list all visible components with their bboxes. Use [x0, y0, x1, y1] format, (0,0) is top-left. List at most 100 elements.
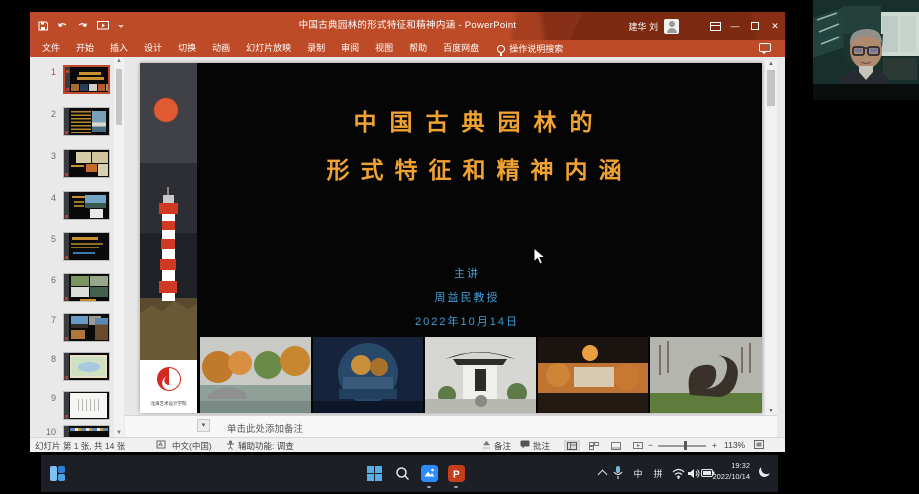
ime-pinyin-indicator[interactable]: 拼: [647, 462, 669, 484]
notes-pane[interactable]: ▾ 单击此处添加备注: [125, 415, 777, 437]
notes-toggle-button[interactable]: 备注: [494, 440, 511, 452]
slide-sorter-view-button[interactable]: [586, 440, 602, 451]
search-icon: [497, 45, 505, 53]
thumbnail-slide-5[interactable]: 5: [30, 232, 125, 262]
svg-text:P: P: [453, 469, 460, 480]
thumbnail-slide-6[interactable]: 6: [30, 273, 125, 303]
tab-animations[interactable]: 动画: [204, 40, 238, 57]
webcam-view[interactable]: [813, 0, 919, 100]
zoom-slider-track[interactable]: [658, 445, 706, 447]
vertical-scrollbar[interactable]: ▲ ▼ ▲▬ ▼: [765, 60, 777, 435]
minimize-button[interactable]: —: [725, 12, 745, 40]
zoom-in-button[interactable]: +: [712, 440, 717, 450]
tab-baidu-netdisk[interactable]: 百度网盘: [435, 40, 487, 57]
zoom-level[interactable]: 113%: [724, 440, 745, 450]
thumbnail-slide-1[interactable]: 1: [30, 65, 125, 95]
titlebar: 中国古典园林的形式特征和精神内涵 - PowerPoint 建华 刘 — ✕: [30, 12, 785, 40]
maximize-button[interactable]: [745, 12, 765, 40]
tab-view[interactable]: 视图: [367, 40, 401, 57]
slide-editor-area: 北海艺术设计学院 中国古典园林的 形式特征和精神内涵 主讲 周益民教授 2022…: [125, 57, 765, 415]
close-button[interactable]: ✕: [765, 12, 785, 40]
ribbon-tab-row: 文件 开始 插入 设计 切换 动画 幻灯片放映 录制 审阅 视图 帮助 百度网盘…: [30, 40, 785, 57]
zoom-out-button[interactable]: −: [648, 440, 653, 450]
accessibility-icon[interactable]: [226, 440, 235, 451]
tab-file[interactable]: 文件: [34, 40, 68, 57]
tab-review[interactable]: 审阅: [333, 40, 367, 57]
speaker-label[interactable]: 主讲: [197, 265, 737, 281]
scroll-up-icon[interactable]: ▲: [114, 58, 124, 64]
school-logo-text: 北海艺术设计学院: [143, 400, 194, 406]
zoom-slider-thumb[interactable]: [684, 441, 687, 450]
tab-slideshow[interactable]: 幻灯片放映: [238, 40, 299, 57]
thumbnail-slide-8[interactable]: 8: [30, 352, 125, 382]
tab-design[interactable]: 设计: [136, 40, 170, 57]
lecture-date[interactable]: 2022年10月14日: [197, 313, 737, 329]
photo-sculpture: [650, 337, 762, 413]
widgets-icon[interactable]: [46, 462, 68, 484]
scroll-up-icon[interactable]: ▲: [765, 61, 777, 67]
slideshow-view-button[interactable]: [630, 440, 646, 451]
clock[interactable]: 19:32 2022/10/14: [712, 461, 750, 483]
start-button[interactable]: [363, 462, 385, 484]
scroll-down-icon[interactable]: ▼: [114, 430, 124, 436]
thumbnail-slide-10[interactable]: 10: [30, 425, 125, 437]
status-bar: 幻灯片 第 1 张, 共 14 张 中文(中国) 辅助功能: 调查 备注 批注 …: [30, 437, 785, 452]
notes-placeholder[interactable]: 单击此处添加备注: [227, 421, 303, 435]
slide-thumbnail-panel: 1 2 3 4 5 6: [30, 57, 125, 437]
fit-slide-to-window-button[interactable]: [754, 440, 764, 450]
tray-time: 19:32: [712, 461, 750, 472]
user-avatar[interactable]: [664, 19, 679, 34]
user-name[interactable]: 建华 刘: [628, 20, 658, 33]
photo-pavilion: [425, 337, 536, 413]
school-logo-box: 北海艺术设计学院: [140, 360, 197, 413]
mouse-cursor: [533, 247, 546, 271]
thumbnail-slide-2[interactable]: 2: [30, 107, 125, 137]
search-icon[interactable]: [391, 462, 413, 484]
spellcheck-icon[interactable]: [156, 440, 166, 451]
bottom-photo-strip: [200, 337, 762, 413]
slide-canvas[interactable]: 北海艺术设计学院 中国古典园林的 形式特征和精神内涵 主讲 周益民教授 2022…: [140, 63, 762, 413]
school-logo-swirl-icon: [154, 364, 184, 394]
ime-mode-indicator[interactable]: 中: [627, 462, 649, 484]
photo-moon-gate: [313, 337, 424, 413]
slide-title-line1[interactable]: 中国古典园林的: [197, 103, 762, 137]
language-status[interactable]: 中文(中国): [172, 440, 212, 452]
tab-transitions[interactable]: 切换: [170, 40, 204, 57]
tab-insert[interactable]: 插入: [102, 40, 136, 57]
left-photo-strip: 北海艺术设计学院: [140, 63, 197, 413]
tellme-search[interactable]: 操作说明搜索: [497, 42, 563, 55]
thumbnail-slide-4[interactable]: 4: [30, 191, 125, 221]
scroll-thumb[interactable]: [116, 69, 122, 125]
microphone-icon[interactable]: [607, 462, 629, 484]
scroll-thumb[interactable]: [767, 70, 775, 106]
slide-counter[interactable]: 幻灯片 第 1 张, 共 14 张: [35, 440, 125, 452]
taskbar: P 中 拼 19:32 2022/10/14: [41, 455, 778, 492]
powerpoint-window: 中国古典园林的形式特征和精神内涵 - PowerPoint 建华 刘 — ✕ 文…: [30, 12, 785, 452]
participant-video: [813, 0, 919, 100]
accessibility-status[interactable]: 辅助功能: 调查: [238, 440, 294, 452]
thumbnail-slide-9[interactable]: 9: [30, 391, 125, 421]
scroll-down-icon[interactable]: ▼: [765, 409, 777, 413]
do-not-disturb-moon-icon[interactable]: [757, 464, 771, 478]
normal-view-button[interactable]: [564, 440, 580, 451]
notes-toggle-icon: [482, 440, 491, 450]
tab-help[interactable]: 帮助: [401, 40, 435, 57]
comments-icon[interactable]: [759, 43, 771, 52]
ribbon-display-options-button[interactable]: [705, 12, 725, 40]
tab-record[interactable]: 录制: [299, 40, 333, 57]
tab-home[interactable]: 开始: [68, 40, 102, 57]
thumbnail-scrollbar[interactable]: ▲ ▼: [114, 57, 124, 437]
meeting-app-icon[interactable]: [418, 462, 440, 484]
thumbnail-slide-7[interactable]: 7: [30, 313, 125, 343]
speaker-name[interactable]: 周益民教授: [197, 289, 737, 305]
tray-date: 2022/10/14: [712, 472, 750, 483]
slide-title-line2[interactable]: 形式特征和精神内涵: [197, 151, 762, 185]
comments-toggle-icon: [520, 440, 530, 450]
desktop: 中国古典园林的形式特征和精神内涵 - PowerPoint 建华 刘 — ✕ 文…: [0, 0, 919, 494]
thumbnail-slide-3[interactable]: 3: [30, 149, 125, 179]
comments-toggle-button[interactable]: 批注: [533, 440, 550, 452]
reading-view-button[interactable]: [608, 440, 624, 451]
powerpoint-app-icon[interactable]: P: [445, 462, 467, 484]
photo-corridor-autumn: [538, 337, 649, 413]
notes-collapse-button[interactable]: ▾: [197, 419, 210, 432]
